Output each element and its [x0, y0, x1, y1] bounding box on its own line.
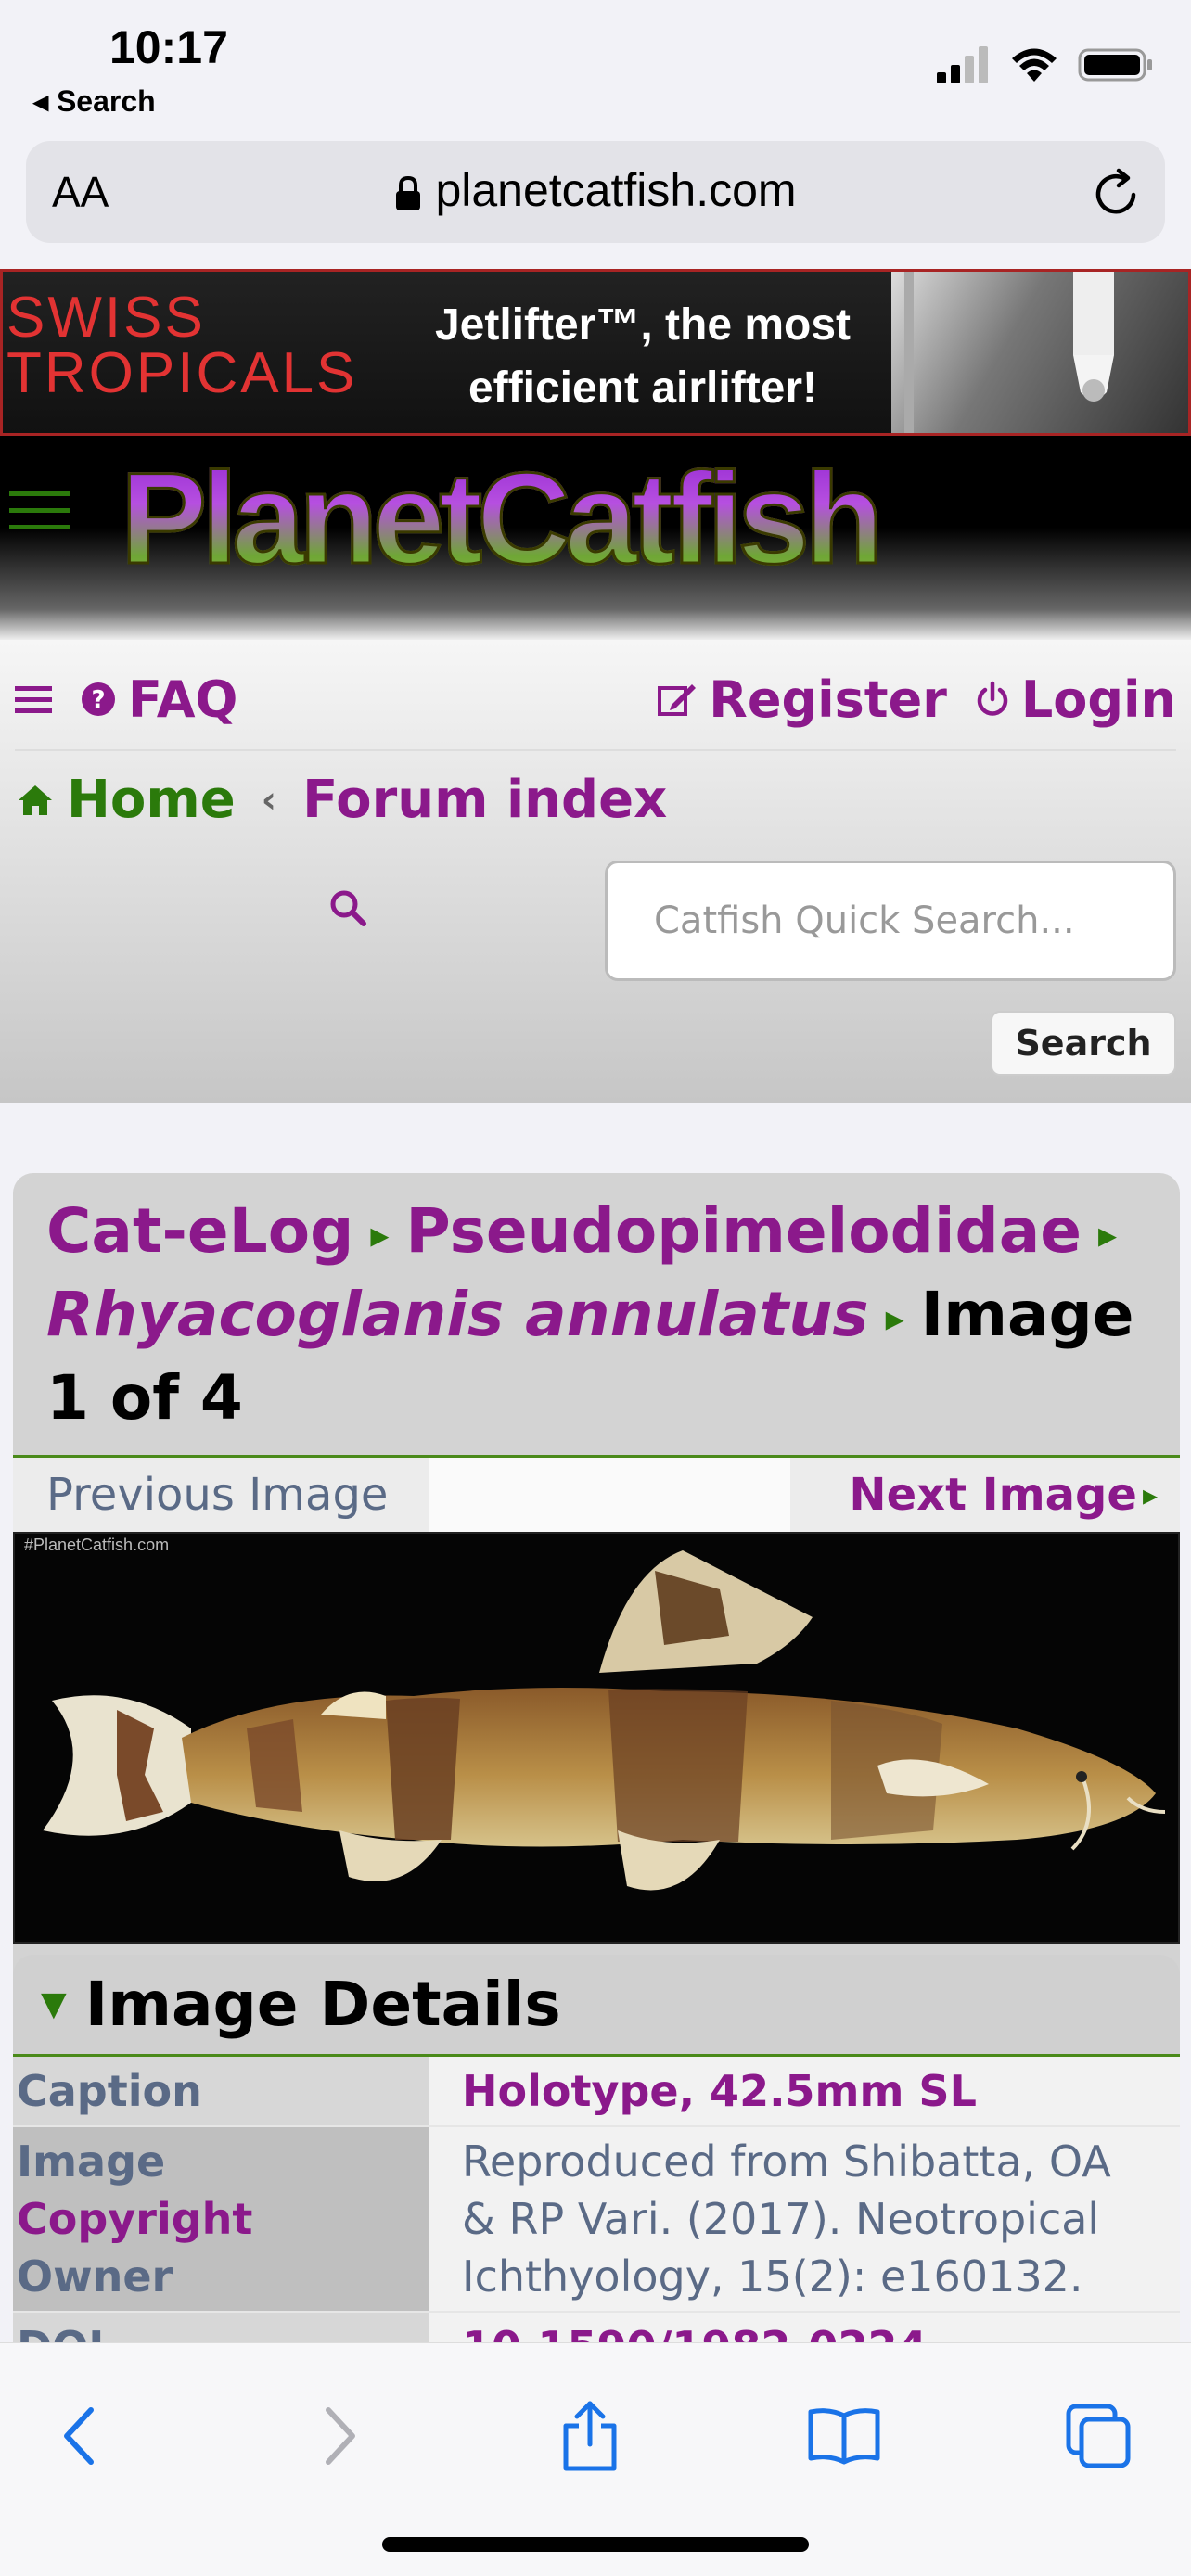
- image-count: 1 of 4: [46, 1361, 243, 1434]
- site-header: PlanetCatfish: [0, 436, 1191, 640]
- detail-value: Holotype, 42.5mm SL: [429, 2056, 1180, 2125]
- faq-link[interactable]: ? FAQ: [80, 670, 237, 729]
- cellular-signal-icon: [937, 46, 988, 83]
- book-icon: [808, 2408, 880, 2465]
- ad-brand-line1: SWISS: [6, 286, 206, 350]
- arrow-right-icon: ▸: [1098, 1213, 1118, 1256]
- search-icon[interactable]: [328, 888, 367, 927]
- detail-label: Image Copyright Owner: [13, 2126, 429, 2311]
- ad-text-line1: Jetlifter™, the most: [434, 300, 852, 350]
- detail-label-line: Owner: [17, 2251, 173, 2302]
- register-link[interactable]: Register: [657, 670, 947, 729]
- page-title: Cat-eLog ▸ Pseudopimelodidae ▸ Rhyacoglanis …: [13, 1173, 1180, 1458]
- battery-icon: [1078, 48, 1152, 82]
- next-image-label: Next Image: [849, 1468, 1137, 1521]
- detail-label-line: Image: [17, 2136, 166, 2187]
- register-label: Register: [709, 670, 947, 729]
- login-link[interactable]: Login: [975, 670, 1176, 729]
- menu-icon[interactable]: [7, 482, 72, 538]
- back-button[interactable]: [33, 2390, 126, 2482]
- detail-label-line: Copyright: [17, 2193, 253, 2244]
- breadcrumb-cat-elog[interactable]: Cat-eLog: [46, 1195, 353, 1267]
- doi-link[interactable]: 10.1590/1982-0224-: [429, 2312, 1180, 2343]
- tabs-icon: [1066, 2404, 1131, 2468]
- arrow-right-icon: ▸: [1142, 1476, 1158, 1512]
- home-icon: [19, 784, 52, 815]
- breadcrumb-home[interactable]: Home: [17, 770, 236, 830]
- ad-text: Jetlifter™, the most efficient airlifter…: [411, 294, 875, 420]
- lock-icon: [396, 175, 421, 210]
- image-navigation: Previous Image Next Image ▸: [13, 1457, 1180, 1532]
- edit-icon: [658, 684, 697, 716]
- nav-area: ? FAQ Register Login Home ‹ Forum index …: [0, 640, 1191, 1103]
- site-logo[interactable]: PlanetCatfish: [120, 443, 886, 593]
- triangle-down-icon: ▼: [41, 1984, 67, 2023]
- faq-label: FAQ: [128, 670, 238, 729]
- page: 10:17 ◂ Search AA planetcatfish.com SWIS…: [0, 0, 1191, 2576]
- tabs-button[interactable]: [1052, 2390, 1145, 2482]
- arrow-right-icon: ▸: [885, 1296, 904, 1340]
- image-watermark: #PlanetCatfish.com: [24, 1535, 170, 1554]
- detail-row-caption: Caption Holotype, 42.5mm SL: [13, 2056, 1180, 2127]
- quick-links-menu-icon[interactable]: [15, 682, 52, 716]
- arrow-right-icon: ▸: [370, 1213, 390, 1256]
- wifi-icon: [1012, 48, 1057, 82]
- ad-brand: SWISS TROPICALS: [6, 286, 358, 405]
- image-details-header[interactable]: ▼ Image Details: [13, 1954, 1180, 2057]
- ad-banner[interactable]: SWISS TROPICALS Jetlifter™, the most eff…: [0, 269, 1191, 436]
- fish-image[interactable]: #PlanetCatfish.com: [13, 1531, 1180, 1944]
- detail-row-doi: DOI 10.1590/1982-0224-: [13, 2312, 1180, 2343]
- bookmarks-button[interactable]: [798, 2390, 890, 2482]
- forward-button[interactable]: [293, 2390, 386, 2482]
- status-bar: 10:17 ◂ Search: [0, 0, 1191, 139]
- breadcrumb-forum-index[interactable]: Forum index: [302, 770, 667, 830]
- share-icon: [563, 2401, 617, 2471]
- home-indicator: [382, 2537, 809, 2552]
- chevron-right-icon: [326, 2407, 355, 2465]
- breadcrumb: Home ‹ Forum index: [17, 770, 667, 830]
- previous-image-link[interactable]: Previous Image: [13, 1457, 429, 1532]
- next-image-link[interactable]: Next Image ▸: [790, 1457, 1180, 1532]
- ad-product-image: [891, 272, 1188, 433]
- detail-value: Reproduced from Shibatta, OA & RP Vari. …: [429, 2126, 1180, 2311]
- search-button[interactable]: Search: [991, 1011, 1176, 1076]
- catfish-photo: [43, 1549, 1166, 1891]
- content-card: Cat-eLog ▸ Pseudopimelodidae ▸ Rhyacoglanis …: [13, 1173, 1180, 2343]
- home-label: Home: [67, 770, 236, 830]
- image-label: Image: [920, 1278, 1134, 1350]
- breadcrumb-species[interactable]: Rhyacoglanis annulatus: [46, 1279, 869, 1350]
- help-icon: ?: [82, 682, 115, 716]
- detail-row-copyright: Image Copyright Owner Reproduced from Sh…: [13, 2126, 1180, 2313]
- catfish-search-input[interactable]: [605, 861, 1176, 981]
- address-bar[interactable]: AA planetcatfish.com: [26, 141, 1165, 243]
- chevron-left-icon: ‹: [261, 778, 277, 822]
- status-icons: [935, 46, 1154, 83]
- chevron-left-icon: [64, 2407, 94, 2465]
- login-label: Login: [1020, 670, 1176, 729]
- share-button[interactable]: [544, 2390, 636, 2482]
- detail-label: Caption: [13, 2056, 429, 2125]
- detail-label: DOI: [13, 2312, 429, 2343]
- ad-brand-line2: TROPICALS: [6, 341, 358, 405]
- power-icon: [977, 681, 1008, 716]
- breadcrumb-family[interactable]: Pseudopimelodidae: [405, 1195, 1082, 1267]
- status-time: 10:17: [109, 21, 228, 73]
- ad-text-line2: efficient airlifter!: [467, 363, 818, 413]
- reload-icon[interactable]: [1093, 167, 1141, 217]
- url-text: planetcatfish.com: [435, 164, 797, 216]
- top-nav: ? FAQ Register Login: [15, 649, 1176, 751]
- svg-text:?: ?: [91, 686, 105, 714]
- back-to-app-link[interactable]: ◂ Search: [33, 83, 156, 119]
- url-display[interactable]: planetcatfish.com: [26, 163, 1165, 217]
- airlifter-image: [904, 272, 1114, 433]
- image-details-title: Image Details: [84, 1968, 561, 2040]
